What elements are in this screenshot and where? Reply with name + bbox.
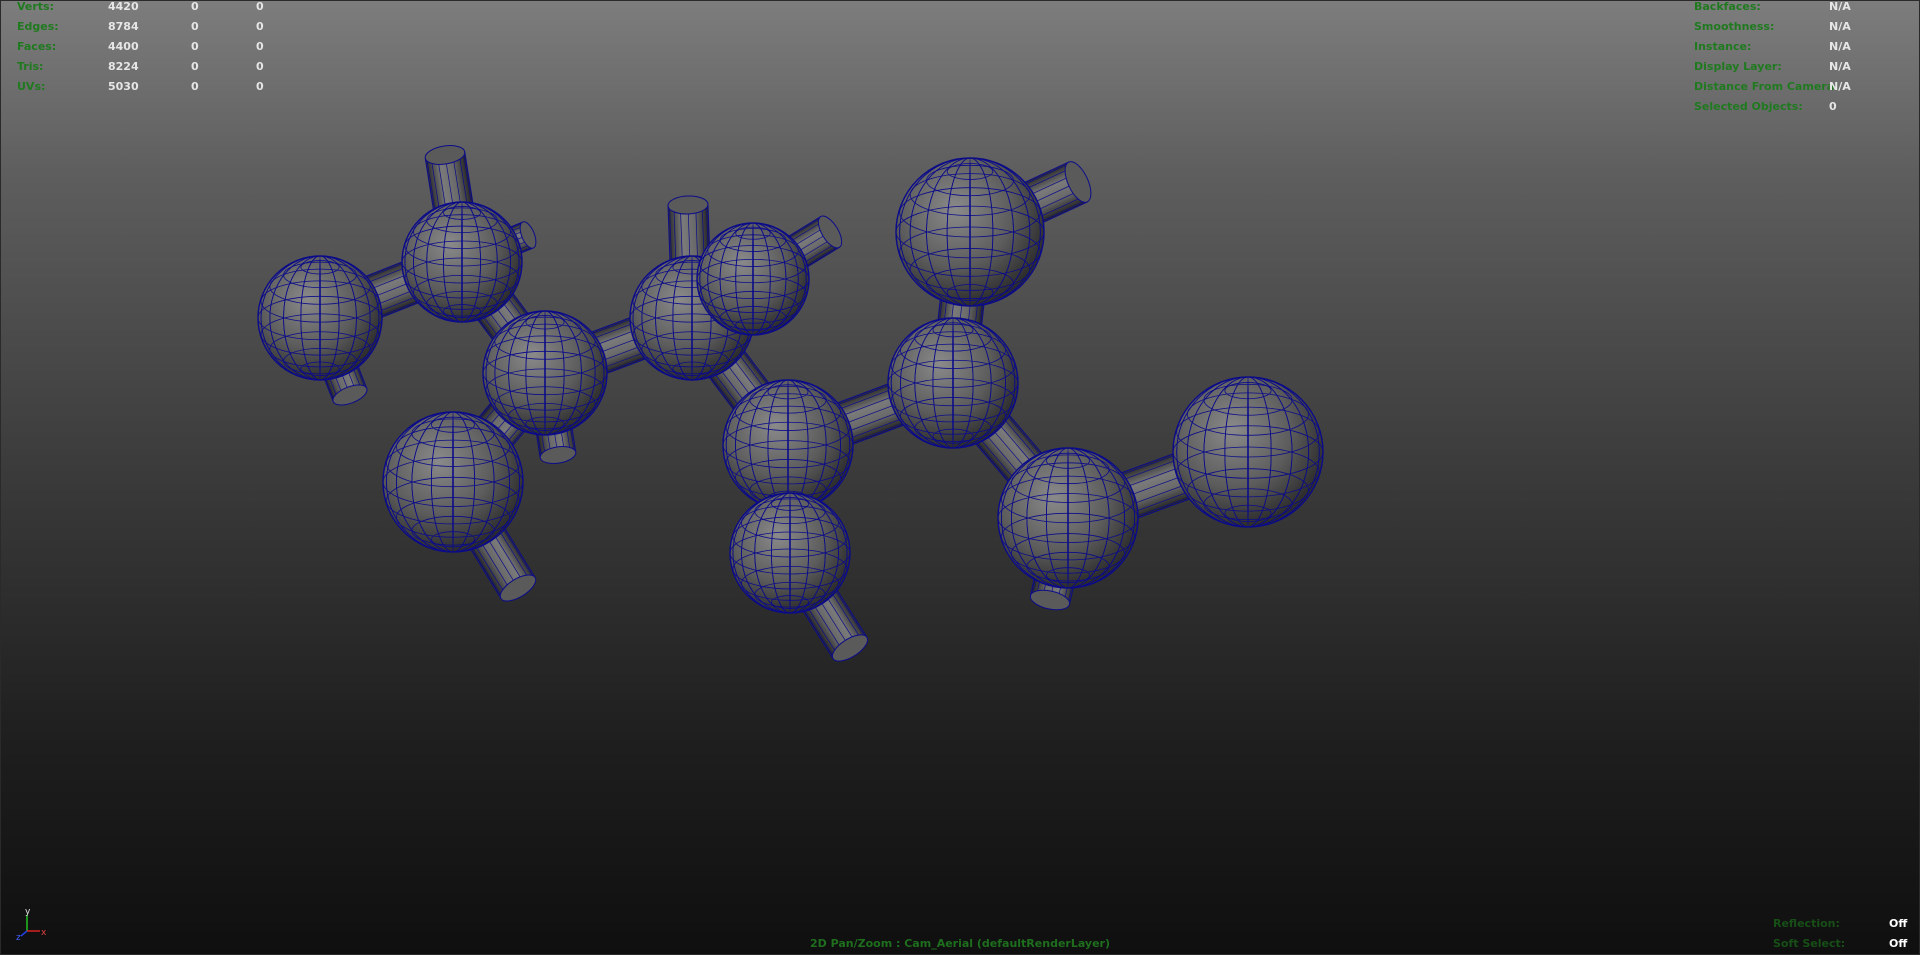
atom-sphere [696, 222, 810, 336]
reflection-label: Reflection: [1773, 917, 1840, 930]
instance-label: Instance: [1694, 40, 1752, 53]
atom-sphere [257, 255, 383, 381]
verts-label: Verts: [17, 0, 55, 13]
poly-count-hud: Verts: 4420 0 0 Edges: 8784 0 0 Faces: 4… [17, 0, 287, 97]
edges-label: Edges: [17, 20, 59, 33]
stats-row-tris: Tris: 8224 0 0 [17, 57, 287, 77]
stats-row-faces: Faces: 4400 0 0 [17, 37, 287, 57]
verts-selected: 0 [191, 0, 199, 13]
axis-x-label: x [41, 928, 47, 938]
atom-sphere [887, 317, 1019, 449]
uvs-selected: 0 [191, 80, 199, 93]
tris-uv: 0 [256, 60, 264, 73]
selected-objects-label: Selected Objects: [1694, 100, 1803, 113]
atom-sphere [729, 492, 851, 614]
verts-uv: 0 [256, 0, 264, 13]
smoothness-value: N/A [1829, 20, 1851, 33]
axis-gizmo-icon: y x z [16, 907, 47, 941]
reflection-value: Off [1889, 917, 1908, 930]
atom-sphere [382, 411, 524, 553]
info-row-selected-objects: Selected Objects: 0 [1694, 97, 1920, 117]
axis-y-label: y [25, 907, 31, 917]
uvs-uv: 0 [256, 80, 264, 93]
atom-sphere [895, 157, 1045, 307]
edges-uv: 0 [256, 20, 264, 33]
faces-value: 4400 [108, 40, 139, 53]
atom-sphere [482, 310, 608, 436]
tris-selected: 0 [191, 60, 199, 73]
atom-sphere [1172, 376, 1324, 528]
backfaces-value: N/A [1829, 0, 1851, 13]
status-row-reflection: Reflection: Off [1773, 914, 1913, 934]
verts-value: 4420 [108, 0, 139, 13]
info-row-backfaces: Backfaces: N/A [1694, 0, 1920, 17]
stats-row-edges: Edges: 8784 0 0 [17, 17, 287, 37]
edges-value: 8784 [108, 20, 139, 33]
display-layer-value: N/A [1829, 60, 1851, 73]
edges-selected: 0 [191, 20, 199, 33]
stats-row-uvs: UVs: 5030 0 0 [17, 77, 287, 97]
info-row-smoothness: Smoothness: N/A [1694, 17, 1920, 37]
info-row-distance: Distance From Camera: N/A [1694, 77, 1920, 97]
object-info-hud: Backfaces: N/A Smoothness: N/A Instance:… [1694, 0, 1920, 117]
selected-objects-value: 0 [1829, 100, 1837, 113]
info-row-display-layer: Display Layer: N/A [1694, 57, 1920, 77]
faces-uv: 0 [256, 40, 264, 53]
atom-sphere [401, 201, 523, 323]
smoothness-label: Smoothness: [1694, 20, 1775, 33]
camera-name-label: 2D Pan/Zoom : Cam_Aerial (defaultRenderL… [809, 937, 1111, 950]
stats-row-verts: Verts: 4420 0 0 [17, 0, 287, 17]
distance-value: N/A [1829, 80, 1851, 93]
viewport-molecule-model[interactable] [0, 0, 1920, 955]
axis-z-label: z [16, 933, 21, 941]
uvs-label: UVs: [17, 80, 46, 93]
atom-sphere [997, 447, 1139, 589]
info-row-instance: Instance: N/A [1694, 37, 1920, 57]
uvs-value: 5030 [108, 80, 139, 93]
tris-value: 8224 [108, 60, 139, 73]
distance-label: Distance From Camera: [1694, 80, 1839, 93]
faces-label: Faces: [17, 40, 57, 53]
backfaces-label: Backfaces: [1694, 0, 1761, 13]
instance-value: N/A [1829, 40, 1851, 53]
atom-sphere [722, 379, 854, 511]
tris-label: Tris: [17, 60, 44, 73]
display-layer-label: Display Layer: [1694, 60, 1782, 73]
faces-selected: 0 [191, 40, 199, 53]
